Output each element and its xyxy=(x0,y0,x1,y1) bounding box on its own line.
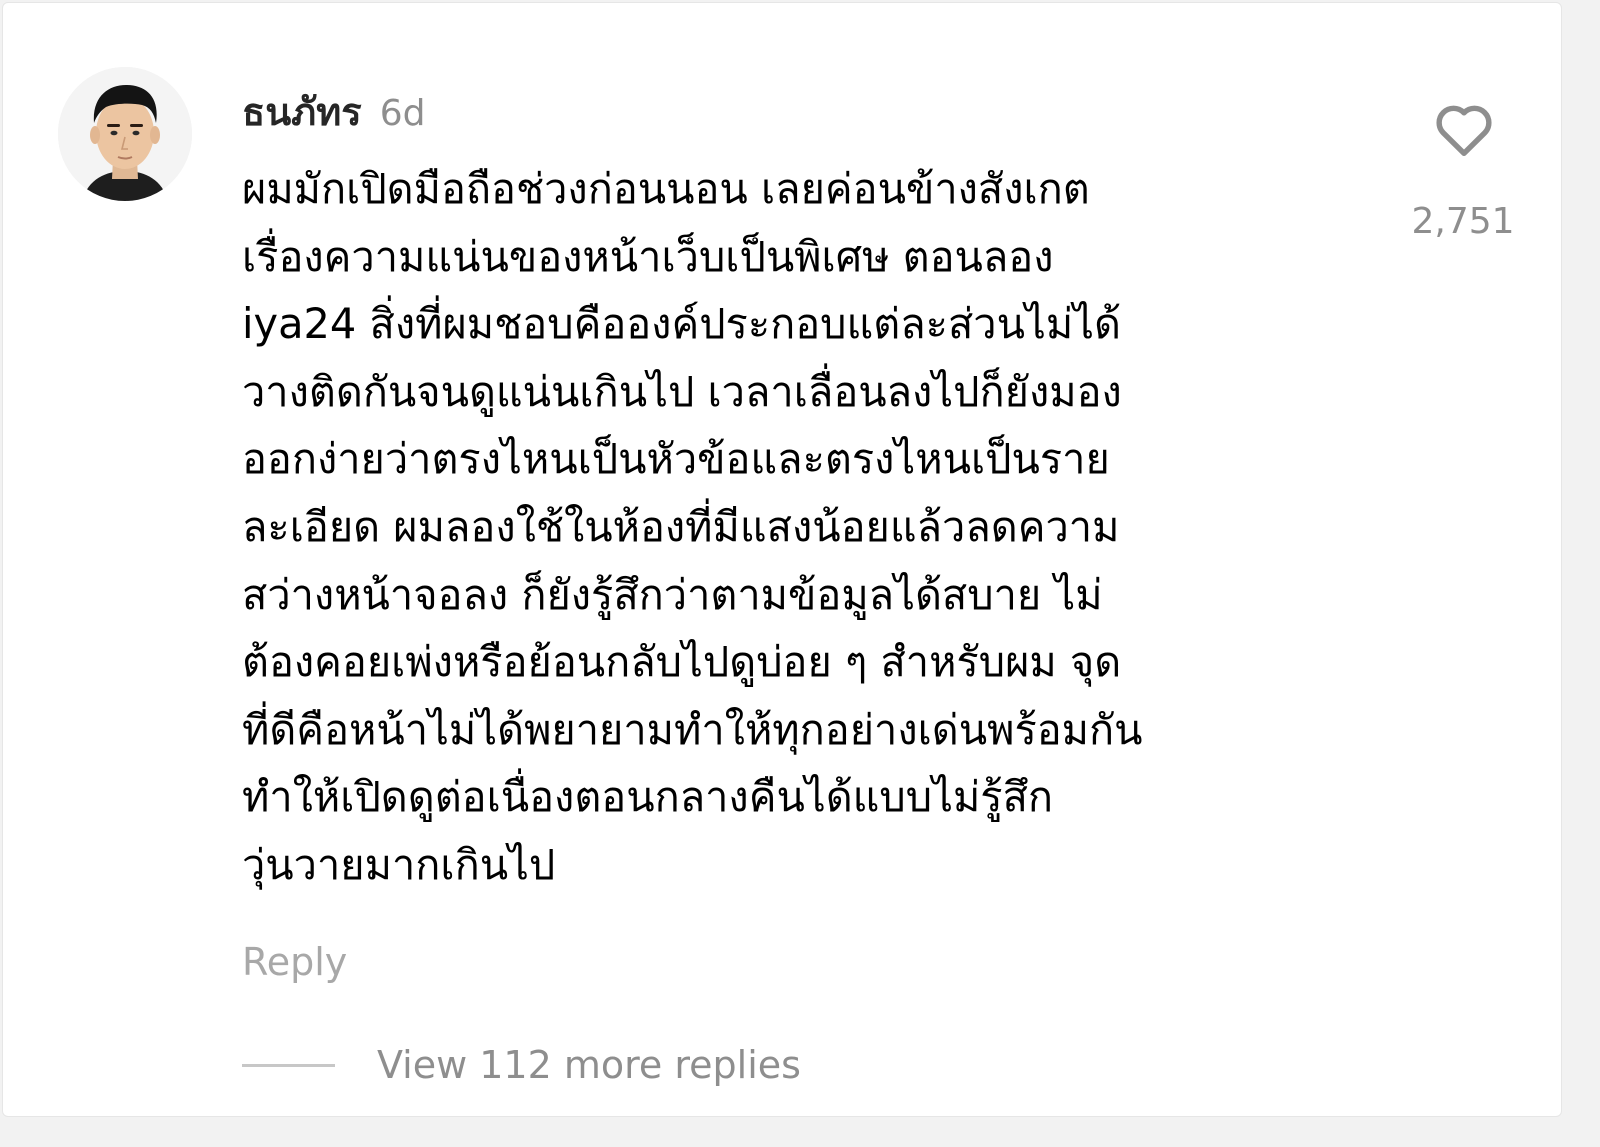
replies-divider xyxy=(242,1063,335,1067)
username[interactable]: ธนภัทร xyxy=(242,81,362,142)
like-count: 2,751 xyxy=(1411,201,1515,242)
timestamp: 6d xyxy=(379,93,426,134)
comment-card: ธนภัทร 6d ผมมักเปิดมือถือช่วงก่อนนอน เลย… xyxy=(2,2,1562,1117)
heart-outline-icon xyxy=(1436,105,1492,157)
view-replies-label: View 112 more replies xyxy=(377,1043,801,1087)
comment-header: ธนภัทร 6d xyxy=(242,81,425,142)
comment-text: ผมมักเปิดมือถือช่วงก่อนนอน เลยค่อนข้างสั… xyxy=(242,164,1143,889)
view-replies-button[interactable]: View 112 more replies xyxy=(242,1043,801,1087)
avatar[interactable] xyxy=(58,67,192,201)
like-button[interactable] xyxy=(1423,95,1505,165)
reply-button[interactable]: Reply xyxy=(242,940,347,984)
avatar-image xyxy=(58,67,192,201)
